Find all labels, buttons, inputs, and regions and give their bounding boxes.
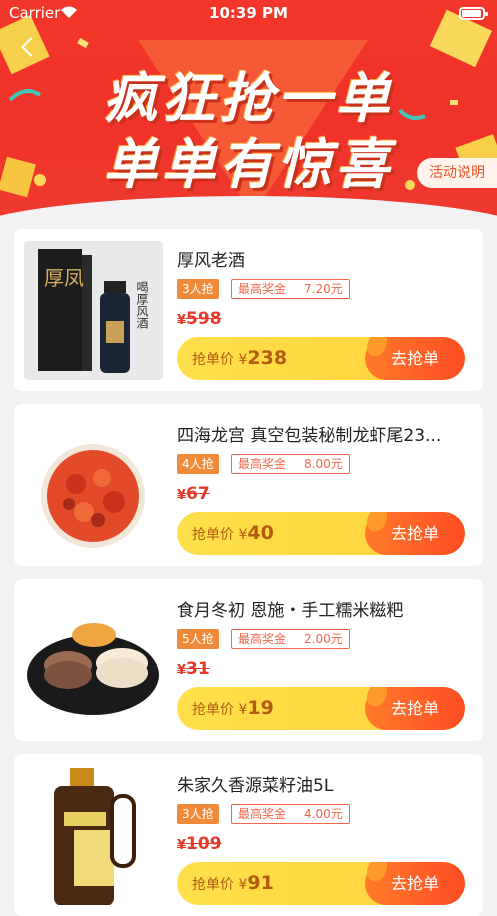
grab-order-label: 去抢单 (390, 524, 439, 543)
activity-rules-button[interactable]: 活动说明 (417, 158, 497, 188)
max-prize-label: 最高奖金 (238, 807, 287, 821)
people-count-badge: 5人抢 (177, 629, 219, 649)
grab-price: 抢单价 ¥238 (192, 337, 287, 380)
grab-bar[interactable]: 抢单价 ¥40 去抢单 (177, 512, 465, 555)
product-name: 四海龙宫 真空包装秘制龙虾尾23... (177, 426, 442, 446)
product-card[interactable]: 朱家久香源菜籽油5L 3人抢 最高奖金 4.00元 ¥109 抢单价 ¥91 去抢… (14, 754, 483, 916)
currency-symbol: ¥ (177, 488, 187, 503)
product-name: 厚风老酒 (177, 251, 245, 271)
status-bar: Carrier 10:39 PM (0, 0, 497, 28)
max-prize-badge: 最高奖金 7.20元 (231, 279, 350, 299)
flame-icon (367, 337, 388, 357)
product-image-wine[interactable]: 厚凤 喝厚风酒 (24, 241, 163, 380)
people-count-badge: 4人抢 (177, 454, 219, 474)
max-prize-label: 最高奖金 (238, 457, 287, 471)
grab-price-value: 238 (247, 347, 288, 369)
product-name: 朱家久香源菜籽油5L (177, 776, 334, 796)
grab-order-button[interactable]: 去抢单 (365, 862, 465, 905)
grab-order-label: 去抢单 (390, 349, 439, 368)
max-prize-amount: 7.20元 (304, 282, 343, 296)
people-count-badge: 3人抢 (177, 279, 219, 299)
grab-price: 抢单价 ¥40 (192, 512, 274, 555)
people-count-badge: 3人抢 (177, 804, 219, 824)
original-price: ¥31 (177, 659, 210, 679)
wine-slogan-text: 喝厚风酒 (135, 281, 149, 329)
grab-bar[interactable]: 抢单价 ¥19 去抢单 (177, 687, 465, 730)
product-image-oil[interactable] (24, 766, 163, 905)
product-card[interactable]: 厚凤 喝厚风酒 厚风老酒 3人抢 最高奖金 7.20元 ¥598 抢单价 ¥238… (14, 229, 483, 391)
grab-price-label: 抢单价 (192, 702, 234, 718)
grab-price-label: 抢单价 (192, 352, 234, 368)
grab-price: 抢单价 ¥19 (192, 687, 274, 730)
grab-price: 抢单价 ¥91 (192, 862, 274, 905)
max-prize-amount: 4.00元 (304, 807, 343, 821)
max-prize-amount: 8.00元 (304, 457, 343, 471)
grab-price-label: 抢单价 (192, 527, 234, 543)
banner-title-line2: 单单有惊喜 (103, 133, 394, 196)
currency-symbol: ¥ (177, 663, 187, 678)
product-image-crayfish[interactable] (24, 416, 163, 555)
currency-symbol: ¥ (177, 838, 187, 853)
battery-icon (459, 7, 488, 20)
grab-order-label: 去抢单 (390, 699, 439, 718)
grab-price-label: 抢单价 (192, 877, 234, 893)
grab-price-value: 91 (247, 872, 274, 894)
status-time: 10:39 PM (209, 4, 288, 22)
max-prize-amount: 2.00元 (304, 632, 343, 646)
grab-price-value: 19 (247, 697, 274, 719)
grab-order-label: 去抢单 (390, 874, 439, 893)
original-price: ¥598 (177, 309, 222, 329)
product-card[interactable]: 四海龙宫 真空包装秘制龙虾尾23... 4人抢 最高奖金 8.00元 ¥67 抢单… (14, 404, 483, 566)
grab-bar[interactable]: 抢单价 ¥238 去抢单 (177, 337, 465, 380)
original-price-value: 109 (186, 834, 222, 854)
original-price-value: 31 (186, 659, 210, 679)
flame-icon (367, 512, 388, 532)
flame-icon (367, 862, 388, 882)
original-price: ¥67 (177, 484, 210, 504)
original-price-value: 598 (186, 309, 222, 329)
max-prize-badge: 最高奖金 4.00元 (231, 804, 350, 824)
grab-order-button[interactable]: 去抢单 (365, 337, 465, 380)
product-card[interactable]: 食月冬初 恩施・手工糯米糍粑 5人抢 最高奖金 2.00元 ¥31 抢单价 ¥19… (14, 579, 483, 741)
max-prize-label: 最高奖金 (238, 282, 287, 296)
max-prize-badge: 最高奖金 2.00元 (231, 629, 350, 649)
original-price: ¥109 (177, 834, 222, 854)
grab-order-button[interactable]: 去抢单 (365, 687, 465, 730)
grab-bar[interactable]: 抢单价 ¥91 去抢单 (177, 862, 465, 905)
currency-symbol: ¥ (177, 313, 187, 328)
max-prize-label: 最高奖金 (238, 632, 287, 646)
product-image-rice-cake[interactable] (24, 591, 163, 730)
original-price-value: 67 (186, 484, 210, 504)
grab-order-button[interactable]: 去抢单 (365, 512, 465, 555)
grab-price-value: 40 (247, 522, 274, 544)
max-prize-badge: 最高奖金 8.00元 (231, 454, 350, 474)
flame-icon (367, 687, 388, 707)
wine-logo-text: 厚凤 (44, 266, 84, 290)
product-name: 食月冬初 恩施・手工糯米糍粑 (177, 601, 404, 621)
